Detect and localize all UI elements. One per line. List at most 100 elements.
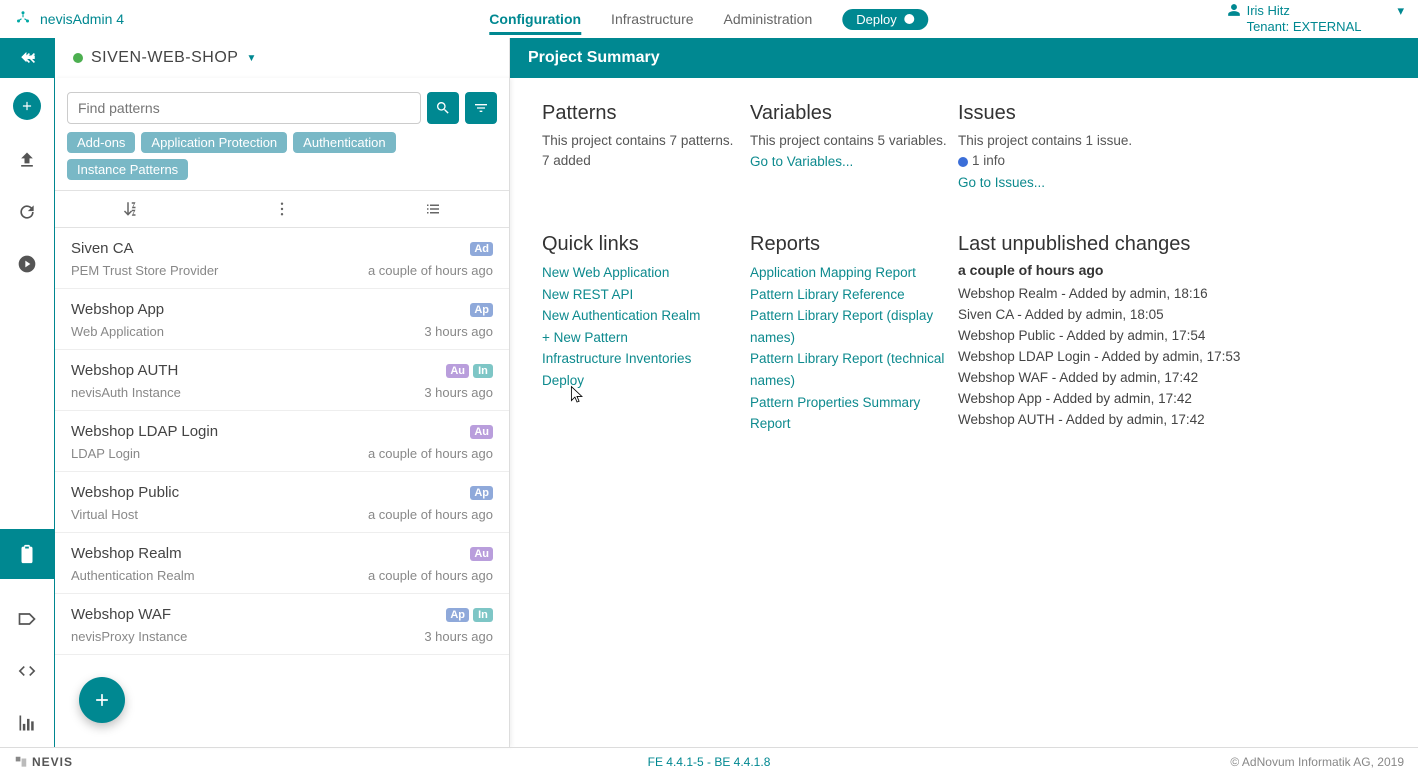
pattern-subtitle: Authentication Realm	[71, 568, 368, 583]
issues-count-text: This project contains 1 issue.	[958, 131, 1386, 151]
pattern-item[interactable]: Webshop RealmAuAuthentication Realma cou…	[55, 533, 509, 594]
play-icon[interactable]	[15, 252, 39, 276]
pattern-subtitle: LDAP Login	[71, 446, 368, 461]
report-link[interactable]: Pattern Properties Summary Report	[750, 392, 950, 435]
variables-title: Variables	[750, 102, 950, 125]
report-link[interactable]: Pattern Library Reference	[750, 284, 950, 306]
search-input[interactable]	[67, 92, 421, 124]
quick-link[interactable]: + New Pattern	[542, 327, 742, 349]
chevron-down-icon: ▼	[246, 53, 256, 64]
footer-copyright: © AdNovum Informatik AG, 2019	[1230, 755, 1404, 769]
pattern-item[interactable]: Webshop AppApWeb Application3 hours ago	[55, 289, 509, 350]
report-link[interactable]: Pattern Library Report (display names)	[750, 305, 950, 348]
patterns-title: Patterns	[542, 102, 742, 125]
pattern-item[interactable]: Webshop WAFApInnevisProxy Instance3 hour…	[55, 594, 509, 655]
quick-link[interactable]: New Authentication Realm	[542, 305, 742, 327]
quick-link[interactable]: New REST API	[542, 284, 742, 306]
user-menu[interactable]: Iris Hitz Tenant: EXTERNAL ▾	[1227, 3, 1404, 34]
filter-chip[interactable]: Application Protection	[141, 132, 287, 153]
filter-chip[interactable]: Authentication	[293, 132, 395, 153]
list-view-button[interactable]	[358, 191, 509, 227]
footer-version: FE 4.4.1-5 - BE 4.4.1.8	[648, 755, 771, 769]
chart-icon[interactable]	[15, 711, 39, 735]
page-title: Project Summary	[510, 38, 1418, 78]
footer-brand-text: NEVIS	[32, 755, 73, 769]
patterns-count-text: This project contains 7 patterns.	[542, 131, 742, 151]
quick-link[interactable]: Infrastructure Inventories	[542, 348, 742, 370]
filter-chip[interactable]: Instance Patterns	[67, 159, 188, 180]
nav-configuration[interactable]: Configuration	[489, 3, 581, 35]
change-item: Siven CA - Added by admin, 18:05	[958, 305, 1386, 326]
patterns-panel: Add-ons Application Protection Authenticat…	[55, 78, 510, 747]
rail-add-button[interactable]	[13, 92, 41, 120]
report-link[interactable]: Application Mapping Report	[750, 262, 950, 284]
pattern-time: a couple of hours ago	[368, 446, 493, 461]
pattern-badge: In	[473, 608, 493, 622]
nav-administration[interactable]: Administration	[724, 3, 813, 35]
changes-when: a couple of hours ago	[958, 262, 1386, 278]
change-item: Webshop App - Added by admin, 17:42	[958, 389, 1386, 410]
pattern-badge: Au	[446, 364, 469, 378]
pattern-time: 3 hours ago	[424, 385, 493, 400]
refresh-icon[interactable]	[15, 200, 39, 224]
pattern-title: Webshop App	[71, 301, 470, 318]
pattern-subtitle: Web Application	[71, 324, 424, 339]
pattern-badge: Ad	[470, 242, 493, 256]
deploy-label: Deploy	[856, 12, 896, 27]
pattern-time: a couple of hours ago	[368, 507, 493, 522]
pattern-time: 3 hours ago	[424, 324, 493, 339]
pattern-title: Webshop Public	[71, 484, 470, 501]
user-icon	[1227, 3, 1241, 20]
status-dot-icon	[73, 53, 83, 63]
mouse-cursor-icon	[570, 385, 584, 405]
pattern-item[interactable]: Webshop LDAP LoginAu LDAP Logina couple o…	[55, 411, 509, 472]
pattern-badge: Ap	[470, 486, 493, 500]
change-item: Webshop LDAP Login - Added by admin, 17:…	[958, 347, 1386, 368]
pattern-title: Webshop LDAP Login	[71, 423, 470, 440]
change-item: Webshop AUTH - Added by admin, 17:42	[958, 410, 1386, 431]
patterns-added-text: 7 added	[542, 151, 742, 171]
issues-title: Issues	[958, 102, 1386, 125]
filter-chip[interactable]: Add-ons	[67, 132, 135, 153]
filter-button[interactable]	[465, 92, 497, 124]
add-pattern-fab[interactable]	[79, 677, 125, 723]
deploy-button[interactable]: Deploy	[842, 9, 928, 30]
chevron-down-icon: ▾	[1397, 3, 1404, 19]
nav-infrastructure[interactable]: Infrastructure	[611, 3, 693, 35]
pattern-subtitle: nevisProxy Instance	[71, 629, 424, 644]
changes-title: Last unpublished changes	[958, 233, 1386, 256]
pattern-item[interactable]: Webshop PublicApVirtual Hosta couple of …	[55, 472, 509, 533]
search-button[interactable]	[427, 92, 459, 124]
info-dot-icon	[958, 157, 968, 167]
pattern-title: Siven CA	[71, 240, 470, 257]
upload-icon[interactable]	[15, 148, 39, 172]
pattern-time: 3 hours ago	[424, 629, 493, 644]
pattern-badge: Ap	[446, 608, 469, 622]
deploy-dot-icon	[905, 14, 915, 24]
pattern-title: Webshop AUTH	[71, 362, 446, 379]
pattern-item[interactable]: Webshop AUTHAuInnevisAuth Instance3 hour…	[55, 350, 509, 411]
top-nav: Configuration Infrastructure Administrat…	[489, 3, 928, 35]
pattern-badge: Au	[470, 547, 493, 561]
tenant-name: Tenant: EXTERNAL	[1247, 19, 1362, 35]
pattern-item[interactable]: Siven CAAdPEM Trust Store Providera coup…	[55, 228, 509, 289]
secondbar: SIVEN-WEB-SHOP ▼ Project Summary	[0, 38, 1418, 78]
sidebar-toggle[interactable]	[0, 38, 55, 78]
sort-button[interactable]	[55, 191, 206, 227]
brand[interactable]: nevisAdmin 4	[14, 9, 124, 30]
issues-link[interactable]: Go to Issues...	[958, 172, 1386, 194]
clipboard-icon[interactable]	[0, 529, 55, 579]
pattern-badge: Au	[470, 425, 493, 439]
pattern-time: a couple of hours ago	[368, 263, 493, 278]
variables-count-text: This project contains 5 variables.	[750, 131, 950, 151]
footer: NEVIS FE 4.4.1-5 - BE 4.4.1.8 © AdNovum …	[0, 747, 1418, 775]
tag-icon[interactable]	[15, 607, 39, 631]
code-icon[interactable]	[15, 659, 39, 683]
project-selector[interactable]: SIVEN-WEB-SHOP ▼	[55, 38, 510, 78]
variables-link[interactable]: Go to Variables...	[750, 151, 950, 173]
main-content: Patterns This project contains 7 pattern…	[510, 78, 1418, 747]
issues-info-text: 1 info	[972, 153, 1005, 168]
report-link[interactable]: Pattern Library Report (technical names)	[750, 348, 950, 391]
more-button[interactable]	[206, 191, 357, 227]
quick-link[interactable]: New Web Application	[542, 262, 742, 284]
